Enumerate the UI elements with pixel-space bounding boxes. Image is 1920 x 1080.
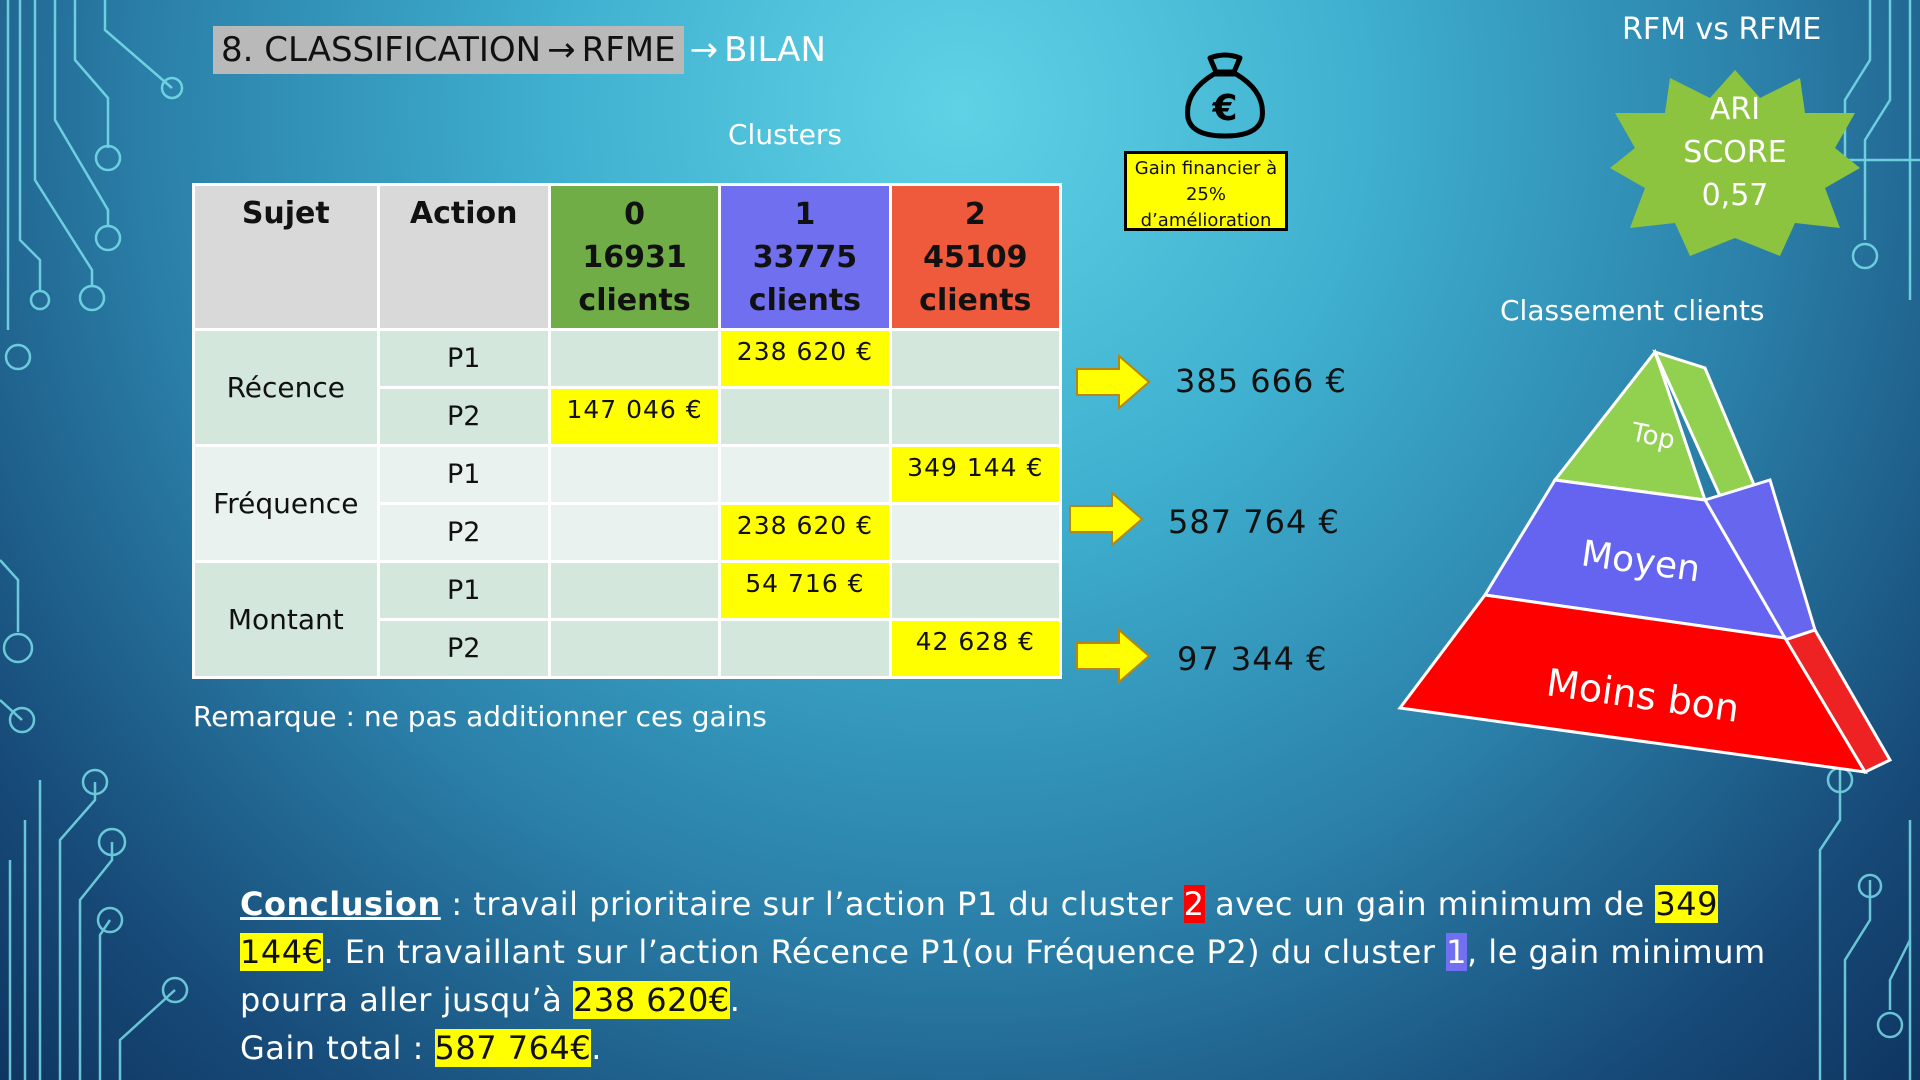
title-part-rfme: RFME [581, 30, 676, 70]
value-cell [888, 386, 1063, 447]
gain-cell: 238 620 € [718, 502, 892, 563]
conclusion-text: . En travaillant sur l’action Récence P1… [323, 933, 1447, 971]
sum-montant: 97 344 € [1177, 640, 1328, 678]
sum-recence: 385 666 € [1175, 362, 1347, 400]
conclusion-text: . [591, 1029, 602, 1067]
conclusion-lead: Conclusion [240, 885, 441, 923]
value-cell [888, 328, 1063, 389]
arrow-right-icon [1076, 354, 1151, 410]
subject-montant: Montant [192, 560, 380, 679]
score-label: SCORE [1683, 135, 1787, 170]
gain-note-box: Gain financier à 25% d’amélioration [1124, 151, 1288, 231]
svg-text:€: € [1211, 88, 1237, 129]
action-cell: P1 [376, 328, 551, 389]
action-cell: P2 [376, 386, 551, 447]
action-cell: P1 [376, 560, 551, 621]
gain-note-line-3: d’amélioration [1140, 210, 1272, 231]
conclusion-cluster-b: 1 [1446, 933, 1467, 971]
gain-note-line-1: Gain financier à [1134, 158, 1278, 179]
cluster-unit: clients [578, 282, 691, 318]
header-cluster-2: 2 45109 clients [888, 183, 1063, 331]
table-header-row: Sujet Action 0 16931 clients 1 33775 cli… [192, 183, 1063, 331]
subject-frequence: Fréquence [192, 444, 380, 563]
ari-score-text: ARI SCORE 0,57 [1610, 88, 1860, 217]
gain-cell: 238 620 € [718, 328, 892, 389]
title-part-classification: 8. CLASSIFICATION [221, 30, 542, 70]
value-cell [718, 444, 892, 505]
conclusion-text: . [729, 981, 741, 1019]
header-cluster-1: 1 33775 clients [718, 183, 892, 331]
gain-cell: 54 716 € [718, 560, 892, 621]
sum-frequence: 587 764 € [1168, 503, 1340, 541]
cluster-id: 0 [624, 196, 645, 232]
score-value: 0,57 [1701, 178, 1769, 213]
value-cell [547, 328, 722, 389]
header-subject: Sujet [192, 183, 380, 331]
gain-cell: 42 628 € [888, 618, 1063, 679]
total-label: Gain total : [240, 1029, 435, 1067]
conclusion-paragraph: Conclusion : travail prioritaire sur l’a… [240, 880, 1800, 1072]
cluster-count: 45109 [923, 239, 1028, 275]
table-row: Montant P1 54 716 € [192, 560, 1063, 679]
gain-table: Sujet Action 0 16931 clients 1 33775 cli… [192, 183, 1063, 679]
ari-label: ARI [1709, 92, 1761, 127]
value-cell [547, 502, 722, 563]
title-arrow-1: → [547, 30, 576, 70]
cluster-unit: clients [748, 282, 862, 318]
conclusion-cluster-a: 2 [1183, 885, 1205, 923]
conclusion-gain-b: 238 620€ [573, 981, 730, 1019]
slide-title: 8. CLASSIFICATION → RFME → BILAN [213, 26, 826, 74]
customer-ranking-pyramid: Top Moyen Moins bon [1397, 348, 1893, 774]
conclusion-text: : travail prioritaire sur l’action P1 du… [440, 885, 1184, 923]
table-row: Fréquence P1 349 144 € [192, 444, 1063, 563]
title-highlighted-part: 8. CLASSIFICATION → RFME [213, 26, 684, 74]
clusters-label: Clusters [728, 118, 842, 151]
cluster-count: 16931 [582, 239, 687, 275]
action-cell: P1 [376, 444, 551, 505]
value-cell [547, 560, 722, 621]
subject-recence: Récence [192, 328, 380, 447]
title-part-bilan: BILAN [724, 30, 826, 70]
table-row: Récence P1 238 620 € [192, 328, 1063, 447]
remark-text: Remarque : ne pas additionner ces gains [193, 700, 767, 733]
value-cell [718, 618, 892, 679]
circuit-decoration-left [0, 0, 189, 1080]
gain-note-line-2: 25% [1185, 184, 1226, 205]
cluster-id: 2 [964, 196, 986, 232]
header-cluster-0: 0 16931 clients [547, 183, 722, 331]
cluster-count: 33775 [752, 239, 858, 275]
euro-moneybag-icon: € [1185, 52, 1265, 139]
conclusion-text: avec un gain minimum de [1204, 885, 1656, 923]
title-arrow-2: → [689, 30, 719, 70]
gain-cell: 349 144 € [888, 444, 1063, 505]
value-cell [888, 502, 1063, 563]
gain-cell: 147 046 € [547, 386, 722, 447]
cluster-id: 1 [794, 196, 816, 232]
total-value: 587 764€ [434, 1029, 592, 1067]
ranking-title: Classement clients [1500, 294, 1765, 327]
value-cell [888, 560, 1063, 621]
action-cell: P2 [376, 618, 551, 679]
arrow-right-icon [1076, 628, 1151, 684]
action-cell: P2 [376, 502, 551, 563]
cluster-unit: clients [919, 282, 1032, 318]
value-cell [547, 444, 722, 505]
header-action: Action [376, 183, 551, 331]
arrow-right-icon [1069, 491, 1144, 547]
value-cell [547, 618, 722, 679]
rfm-title: RFM vs RFME [1622, 12, 1822, 47]
value-cell [718, 386, 892, 447]
